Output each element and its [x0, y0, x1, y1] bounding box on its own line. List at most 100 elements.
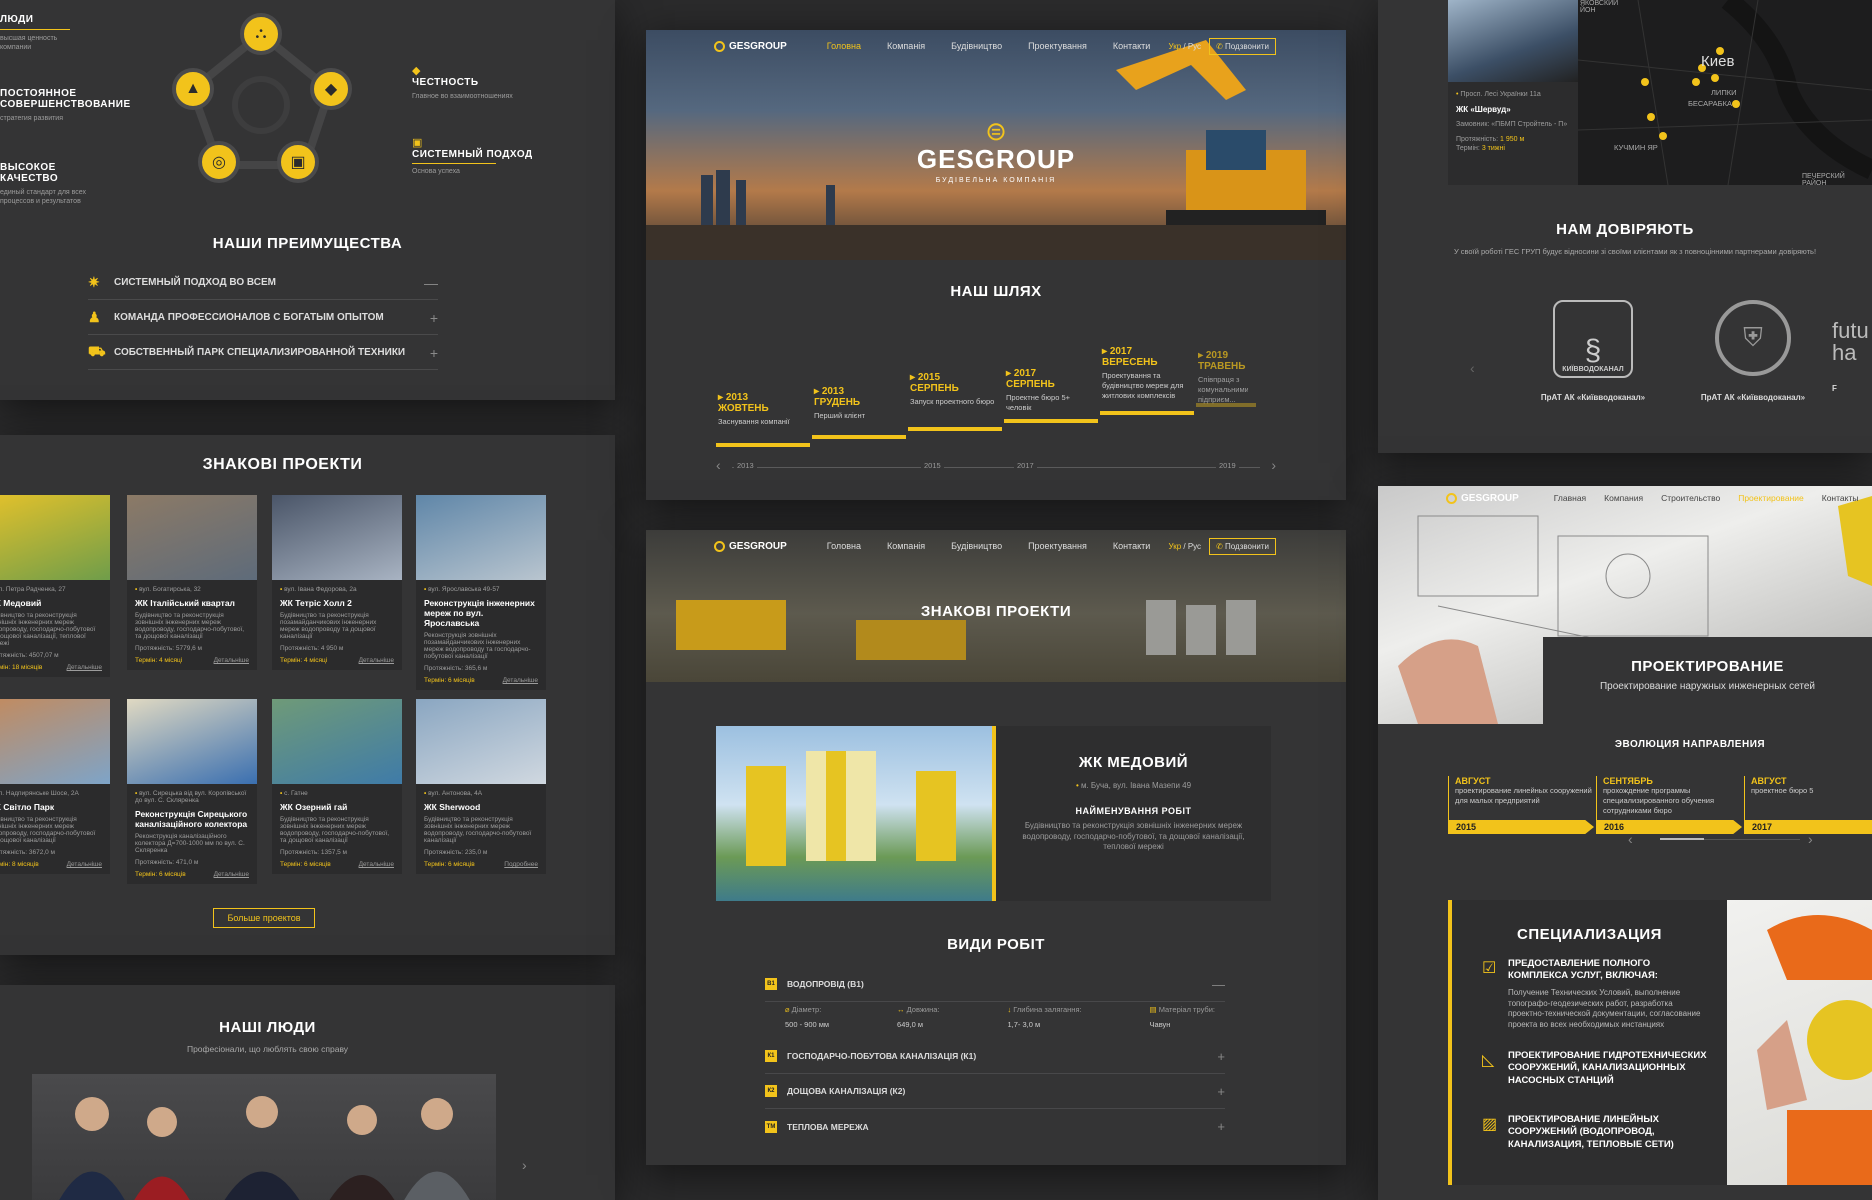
spec-item-title: ПРОЕКТИРОВАНИЕ ГИДРОТЕХНИЧЕСКИХ СООРУЖЕН… — [1508, 1050, 1707, 1086]
next-arrow-icon[interactable]: › — [1271, 458, 1276, 472]
project-card[interactable]: • вул. Богатирська, 32 ЖК Італійський ква… — [127, 495, 257, 670]
collapse-icon[interactable]: — — [424, 275, 438, 291]
partner-logo[interactable]: § КИЇВВОДОКАНАЛ ПрАТ АК «Київводоканал» — [1528, 300, 1658, 402]
work-row[interactable]: В1 ВОДОПРОВІД (В1) — — [765, 967, 1225, 1002]
details-link[interactable]: Детальніше — [214, 871, 249, 878]
project-image — [127, 495, 257, 580]
evolution-year-arrow: 2016 — [1596, 820, 1742, 834]
system-icon: ✷ — [88, 274, 100, 290]
people-title: НАШІ ЛЮДИ — [219, 1019, 316, 1036]
project-card[interactable]: • вул. Антонова, 4А ЖК Sherwood Будівництв… — [416, 699, 546, 874]
project-term: Термін: 8 місяців — [0, 861, 39, 868]
nav-home[interactable]: Главная — [1554, 493, 1586, 503]
nav-home[interactable]: Головна — [827, 41, 861, 51]
call-button[interactable]: ✆ Подзвонити — [1209, 37, 1276, 55]
details-link[interactable]: Подробнее — [504, 861, 538, 868]
details-link[interactable]: Детальніше — [214, 657, 249, 664]
advantage-item[interactable]: ⛟ СОБСТВЕННЫЙ ПАРК СПЕЦИАЛИЗИРОВАННОЙ ТЕХ… — [88, 336, 438, 370]
nav-contacts[interactable]: Контакты — [1822, 493, 1859, 503]
expand-icon[interactable]: + — [430, 345, 438, 361]
more-projects-button[interactable]: Больше проектов — [213, 908, 315, 928]
phone-icon: ✆ — [1216, 41, 1225, 51]
details-link[interactable]: Детальніше — [359, 861, 394, 868]
work-badge: К1 — [765, 1050, 777, 1062]
project-term: Термін: 18 місяців — [0, 664, 43, 671]
collapse-icon[interactable]: — — [1212, 977, 1225, 992]
expand-icon[interactable]: + — [1217, 1049, 1225, 1064]
trust-subtitle: У своїй роботі ГЕС ГРУП будує відносини … — [1453, 247, 1817, 256]
trust-title: НАМ ДОВІРЯЮТЬ — [1556, 221, 1694, 238]
advantage-item[interactable]: ♟ КОМАНДА ПРОФЕССИОНАЛОВ С БОГАТЫМ ОПЫТОМ… — [88, 301, 438, 335]
details-link[interactable]: Детальніше — [67, 861, 102, 868]
axis-label: 2015 — [921, 461, 944, 470]
map-label: ЯКОВСКИЙ ЙОН — [1580, 0, 1619, 14]
advantage-item[interactable]: ✷ СИСТЕМНЫЙ ПОДХОД ВО ВСЕМ — — [88, 266, 438, 300]
prev-arrow-icon[interactable]: ‹ — [716, 458, 721, 472]
nav-contacts[interactable]: Контакти — [1113, 41, 1150, 51]
nav-company[interactable]: Компания — [1604, 493, 1643, 503]
prev-arrow-icon[interactable]: ‹ — [1470, 360, 1475, 376]
details-link[interactable]: Детальніше — [359, 657, 394, 664]
logo[interactable]: GESGROUP — [714, 40, 787, 52]
nav-company[interactable]: Компанія — [887, 541, 925, 551]
partner-logo[interactable]: ⛨ ПрАТ АК «Київводоканал» — [1688, 300, 1818, 402]
work-badge: К2 — [765, 1085, 777, 1097]
work-row[interactable]: К1 ГОСПОДАРЧО-ПОБУТОВА КАНАЛІЗАЦІЯ (К1) + — [765, 1039, 1225, 1074]
lang-switch[interactable]: Укр / Рус — [1168, 542, 1201, 551]
nav-design[interactable]: Проектування — [1028, 41, 1087, 51]
project-description: Будівництво та реконструкція зовнішніх і… — [0, 612, 96, 647]
next-arrow-icon[interactable]: › — [1808, 831, 1813, 847]
project-length: Протяжність: 3672,0 м — [0, 849, 56, 856]
work-label: ГОСПОДАРЧО-ПОБУТОВА КАНАЛІЗАЦІЯ (К1) — [787, 1051, 977, 1061]
timeline-step — [812, 435, 906, 439]
axis-label: 2019 — [1216, 461, 1239, 470]
nav-construction[interactable]: Будівництво — [951, 41, 1002, 51]
team-icon: ♟ — [88, 309, 101, 325]
nav-construction[interactable]: Строительство — [1661, 493, 1720, 503]
work-row[interactable]: К2 ДОЩОВА КАНАЛІЗАЦІЯ (К2) + — [765, 1074, 1225, 1109]
lang-switch[interactable]: Укр / Рус — [1168, 42, 1201, 51]
next-arrow-icon[interactable]: › — [522, 1157, 527, 1173]
logo[interactable]: GESGROUP — [714, 540, 787, 552]
nav-home[interactable]: Головна — [827, 541, 861, 551]
project-description: Будівництво та реконструкція зовнішніх і… — [0, 816, 96, 844]
expand-icon[interactable]: + — [1217, 1119, 1225, 1134]
project-term: Термін: 6 місяців — [135, 871, 186, 878]
timeline-step — [1100, 411, 1194, 415]
nav-construction[interactable]: Будівництво — [951, 541, 1002, 551]
work-specs: ⌀ Діаметр: 500 - 900 мм ↔ Довжина: 649,0 м… — [785, 1005, 1215, 1029]
expand-icon[interactable]: + — [1217, 1084, 1225, 1099]
map[interactable]: Киев ЛИПКИ БЕСАРАБКА КУЧМИН ЯР ПЕЧЕРСКИЙ… — [1578, 0, 1872, 187]
project-title: ЖК Тетріс Холл 2 — [280, 598, 352, 608]
nav-tabs: Головна Компанія Будівництво Проектуванн… — [827, 41, 1150, 51]
spec-depth: ↓ Глибина залягання: 1,7- 3,0 м — [1007, 1005, 1082, 1029]
feature-project-card: ЖК МЕДОВИЙ • м. Буча, вул. Івана Мазепи … — [716, 726, 1271, 901]
work-row[interactable]: ТМ ТЕПЛОВА МЕРЕЖА + — [765, 1109, 1225, 1144]
value-title: ПОСТОЯННОЕ СОВЕРШЕНСТВОВАНИЕ — [0, 88, 131, 110]
logo[interactable]: GESGROUP — [1446, 492, 1519, 504]
presentation-icon: ▣ — [412, 137, 423, 149]
call-button[interactable]: ✆ Подзвонити — [1209, 537, 1276, 555]
partner-logo[interactable]: futu ha F — [1832, 320, 1872, 393]
nav-design[interactable]: Проектирование — [1738, 493, 1804, 503]
project-title: ЖК Sherwood — [424, 802, 481, 812]
expand-icon[interactable]: + — [430, 310, 438, 326]
prev-arrow-icon[interactable]: ‹ — [1628, 831, 1633, 847]
project-address: • Просп. Лесі Українки 11а — [1456, 91, 1541, 98]
project-card[interactable]: • вул. Надпирянське Шосе, 2А ЖК Світло Па… — [0, 699, 110, 874]
details-link[interactable]: Детальніше — [503, 677, 538, 684]
project-card[interactable]: • с. Гатне ЖК Озерний гай Будівництво та р… — [272, 699, 402, 874]
nav-company[interactable]: Компанія — [887, 41, 925, 51]
value-text: стратегия развития — [0, 115, 64, 122]
project-card[interactable]: • вул. Ярославська 49-57 Реконструкція ін… — [416, 495, 546, 690]
nav-contacts[interactable]: Контакти — [1113, 541, 1150, 551]
project-card[interactable]: • вул. Івана Федорова, 2а ЖК Тетріс Холл … — [272, 495, 402, 670]
nav-design[interactable]: Проектування — [1028, 541, 1087, 551]
details-link[interactable]: Детальніше — [67, 664, 102, 671]
project-image — [272, 495, 402, 580]
project-card[interactable]: • вул. Сирецька від вул. Коропівської до… — [127, 699, 257, 884]
project-card[interactable]: • вул. Петра Радченка, 27 ЖК Медовий Будів… — [0, 495, 110, 677]
projects-title: ЗНАКОВІ ПРОЕКТИ — [202, 456, 363, 473]
project-address: • с. Гатне — [280, 790, 308, 797]
advantage-label: КОМАНДА ПРОФЕССИОНАЛОВ С БОГАТЫМ ОПЫТОМ — [114, 312, 384, 323]
